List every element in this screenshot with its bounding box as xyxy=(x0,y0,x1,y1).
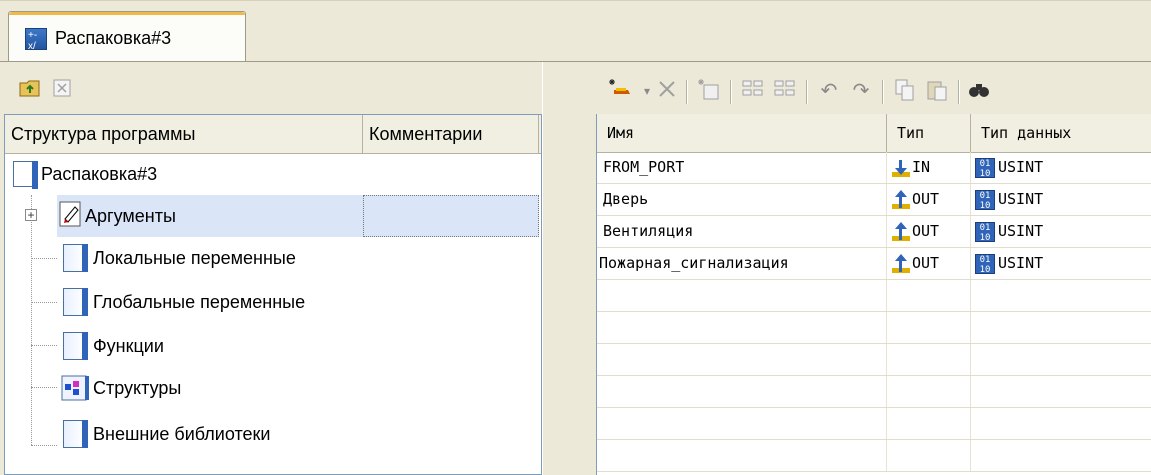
document-icon xyxy=(63,244,88,272)
table-row[interactable]: Дверь OUT 01 10 USINT xyxy=(597,184,1151,216)
move-up-icon[interactable] xyxy=(740,78,766,104)
tree-item-label: Локальные переменные xyxy=(93,248,296,268)
close-icon[interactable] xyxy=(50,78,74,102)
variable-datatype[interactable]: 01 10 USINT xyxy=(971,184,1151,215)
tree-item-label: Функции xyxy=(93,336,164,356)
datatype-icon: 01 10 xyxy=(975,157,995,179)
structure-tree: Структура программы Комментарии Распаков… xyxy=(4,114,542,475)
table-row[interactable]: Вентиляция OUT 01 10 USINT xyxy=(597,216,1151,248)
column-header-datatype[interactable]: Тип данных xyxy=(971,114,1151,152)
column-header-structure[interactable]: Структура программы xyxy=(5,115,363,153)
redo-icon[interactable]: ↷ xyxy=(848,78,874,104)
variable-type[interactable]: OUT xyxy=(887,216,971,247)
arguments-icon xyxy=(59,201,81,227)
program-structure-pane: Структура программы Комментарии Распаков… xyxy=(0,62,542,475)
variable-name[interactable]: Дверь xyxy=(597,184,887,215)
tree-item-structures[interactable]: Структуры xyxy=(5,367,541,409)
undo-icon[interactable]: ↶ xyxy=(816,78,842,104)
variable-name[interactable]: FROM_PORT xyxy=(597,152,887,183)
tree-item-external-libraries[interactable]: Внешние библиотеки xyxy=(5,409,541,451)
output-arrow-icon xyxy=(891,189,911,210)
variable-datatype[interactable]: 01 10 USINT xyxy=(971,216,1151,247)
variable-name[interactable]: Пожарная_сигнализация xyxy=(597,248,887,279)
tab-program[interactable]: +- x/ Распаковка#3 xyxy=(8,11,246,63)
grid-header: Имя Тип Тип данных xyxy=(597,114,1151,153)
table-row[interactable]: Пожарная_сигнализация OUT 01 10 USINT xyxy=(597,248,1151,280)
tree-item-label: Структуры xyxy=(93,378,182,398)
move-down-icon[interactable] xyxy=(772,78,798,104)
function-block-icon: +- x/ xyxy=(25,28,47,52)
document-icon xyxy=(63,288,88,316)
output-arrow-icon xyxy=(891,253,911,274)
delete-icon[interactable] xyxy=(654,78,680,104)
empty-row[interactable] xyxy=(597,376,1151,408)
right-toolbar: ▾ ↶ ↷ xyxy=(592,72,1151,112)
datatype-icon: 01 10 xyxy=(975,253,995,275)
document-icon xyxy=(63,332,88,360)
find-icon[interactable] xyxy=(966,78,992,104)
tree-item-functions[interactable]: Функции xyxy=(5,325,541,367)
tree-item-arguments[interactable]: Аргументы xyxy=(57,195,363,237)
column-header-type[interactable]: Тип xyxy=(887,114,971,152)
expand-icon[interactable]: + xyxy=(25,209,37,221)
tab-strip: +- x/ Распаковка#3 xyxy=(0,0,1151,63)
folder-up-icon[interactable] xyxy=(18,78,42,102)
paste-icon[interactable] xyxy=(924,78,950,104)
variables-grid: Имя Тип Тип данных FROM_PORT IN 01 10 USIN… xyxy=(596,114,1151,475)
empty-row[interactable] xyxy=(597,312,1151,344)
tree-item-label: Аргументы xyxy=(85,206,176,226)
insert-icon[interactable] xyxy=(696,78,722,104)
table-row[interactable]: FROM_PORT IN 01 10 USINT xyxy=(597,152,1151,184)
variable-type[interactable]: OUT xyxy=(887,248,971,279)
pane-splitter[interactable] xyxy=(542,62,593,475)
variable-type[interactable]: IN xyxy=(887,152,971,183)
input-arrow-icon xyxy=(891,158,911,178)
variable-datatype[interactable]: 01 10 USINT xyxy=(971,248,1151,279)
tree-item-global-variables[interactable]: Глобальные переменные xyxy=(5,281,541,323)
left-toolbar xyxy=(8,72,536,112)
empty-row[interactable] xyxy=(597,408,1151,440)
variable-type[interactable]: OUT xyxy=(887,184,971,215)
datatype-icon: 01 10 xyxy=(975,189,995,211)
output-arrow-icon xyxy=(891,221,911,242)
tree-item-local-variables[interactable]: Локальные переменные xyxy=(5,237,541,279)
copy-icon[interactable] xyxy=(892,78,918,104)
document-icon xyxy=(63,420,88,448)
column-header-name[interactable]: Имя xyxy=(597,114,887,152)
column-header-comments[interactable]: Комментарии xyxy=(363,115,539,153)
variable-datatype[interactable]: 01 10 USINT xyxy=(971,152,1151,183)
empty-row[interactable] xyxy=(597,440,1151,472)
structures-icon xyxy=(61,375,89,401)
tab-title: Распаковка#3 xyxy=(55,28,172,48)
variables-pane: ▾ ↶ ↷ Имя Тип Тип данных FROM_PORT IN 01… xyxy=(592,62,1151,475)
tree-root[interactable]: Распаковка#3 xyxy=(5,153,541,195)
program-icon xyxy=(13,161,38,189)
new-variable-icon[interactable] xyxy=(608,78,634,104)
empty-row[interactable] xyxy=(597,280,1151,312)
tree-header: Структура программы Комментарии xyxy=(5,115,541,154)
datatype-icon: 01 10 xyxy=(975,221,995,243)
empty-row[interactable] xyxy=(597,344,1151,376)
variable-name[interactable]: Вентиляция xyxy=(597,216,887,247)
tree-item-label: Внешние библиотеки xyxy=(93,424,271,444)
tree-item-label: Глобальные переменные xyxy=(93,292,306,312)
tree-root-label: Распаковка#3 xyxy=(41,164,158,184)
comment-cell-arguments[interactable] xyxy=(363,195,539,237)
